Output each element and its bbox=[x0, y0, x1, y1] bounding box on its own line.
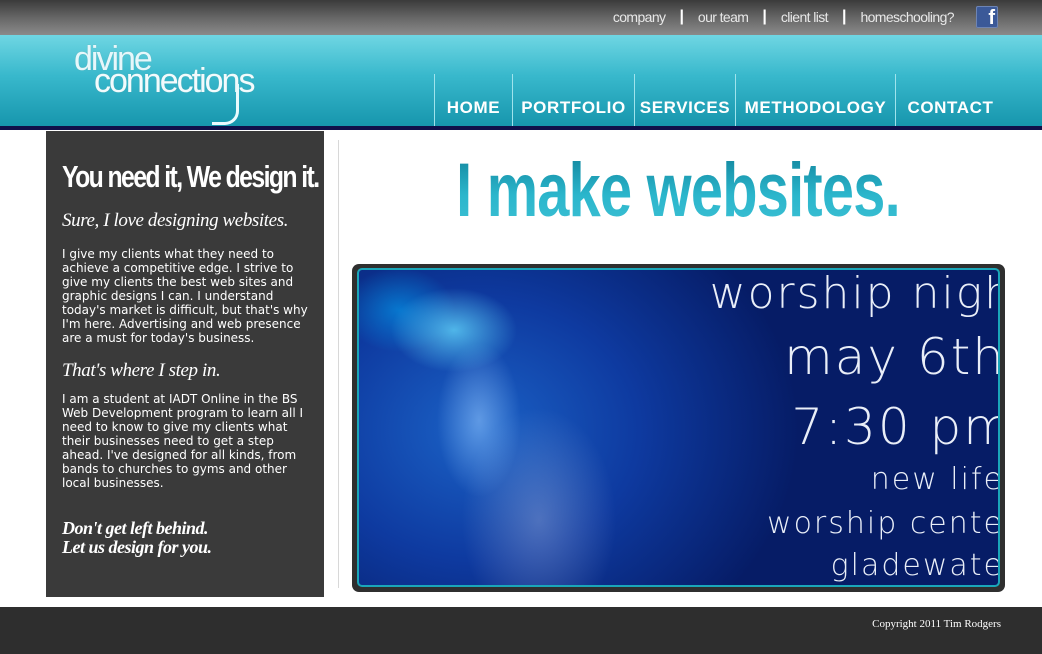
link-separator: | bbox=[762, 8, 767, 25]
nav-portfolio[interactable]: PORTFOLIO bbox=[512, 74, 634, 126]
link-our-team[interactable]: our team bbox=[698, 9, 749, 25]
sidebar-cta-line-1: Don't get left behind. bbox=[62, 518, 208, 538]
link-company[interactable]: company bbox=[613, 9, 666, 25]
sidebar-cta: Don't get left behind. Let us design for… bbox=[62, 519, 212, 557]
sidebar-title: You need it, We design it. bbox=[62, 159, 320, 194]
nav-label: PORTFOLIO bbox=[521, 98, 626, 117]
logo[interactable]: divine connections bbox=[72, 40, 312, 126]
utility-links: company | our team | client list | homes… bbox=[613, 8, 955, 26]
link-client-list[interactable]: client list bbox=[781, 9, 829, 25]
main-nav: HOME PORTFOLIO SERVICES METHODOLOGY CONT… bbox=[434, 74, 1005, 126]
link-homeschooling[interactable]: homeschooling? bbox=[860, 9, 954, 25]
banner-text-line-6: gladewate bbox=[830, 548, 1000, 583]
banner-text-line-5: worship cente bbox=[767, 506, 1000, 541]
nav-contact[interactable]: CONTACT bbox=[895, 74, 1005, 126]
nav-label: HOME bbox=[446, 98, 501, 117]
nav-methodology[interactable]: METHODOLOGY bbox=[735, 74, 895, 126]
site-footer: Copyright 2011 Tim Rodgers bbox=[0, 607, 1042, 654]
link-separator: | bbox=[841, 8, 847, 25]
copyright-text: Copyright 2011 Tim Rodgers bbox=[872, 618, 1001, 630]
banner-text-line-1: worship nigh bbox=[709, 268, 1000, 319]
nav-services[interactable]: SERVICES bbox=[634, 74, 735, 126]
banner-text-line-3: 7:30 pm bbox=[791, 398, 1000, 456]
sidebar-paragraph-1: I give my clients what they need to achi… bbox=[62, 247, 308, 345]
column-divider bbox=[338, 140, 339, 588]
header-border bbox=[0, 126, 1042, 130]
sidebar-paragraph-2: I am a student at IADT Online in the BS … bbox=[62, 392, 304, 490]
nav-label: METHODOLOGY bbox=[744, 98, 887, 117]
nav-home[interactable]: HOME bbox=[434, 74, 512, 126]
facebook-icon[interactable]: f bbox=[976, 6, 998, 28]
banner-text-line-2: may 6th bbox=[784, 328, 1000, 386]
nav-label: CONTACT bbox=[907, 98, 994, 117]
banner-text-line-4: new life bbox=[870, 462, 1000, 497]
banner-image: worship nigh may 6th 7:30 pm new life wo… bbox=[357, 268, 1000, 587]
sidebar: You need it, We design it. Sure, I love … bbox=[46, 131, 324, 597]
link-separator: | bbox=[679, 8, 684, 25]
nav-label: SERVICES bbox=[639, 98, 731, 117]
hero-title: I make websites. bbox=[430, 148, 926, 234]
utility-bar: company | our team | client list | homes… bbox=[0, 0, 1042, 35]
sidebar-cta-line-2: Let us design for you. bbox=[62, 537, 212, 557]
sidebar-heading-2: That's where I step in. bbox=[62, 360, 221, 381]
sidebar-subtitle: Sure, I love designing websites. bbox=[62, 210, 289, 231]
logo-swash bbox=[212, 84, 239, 125]
